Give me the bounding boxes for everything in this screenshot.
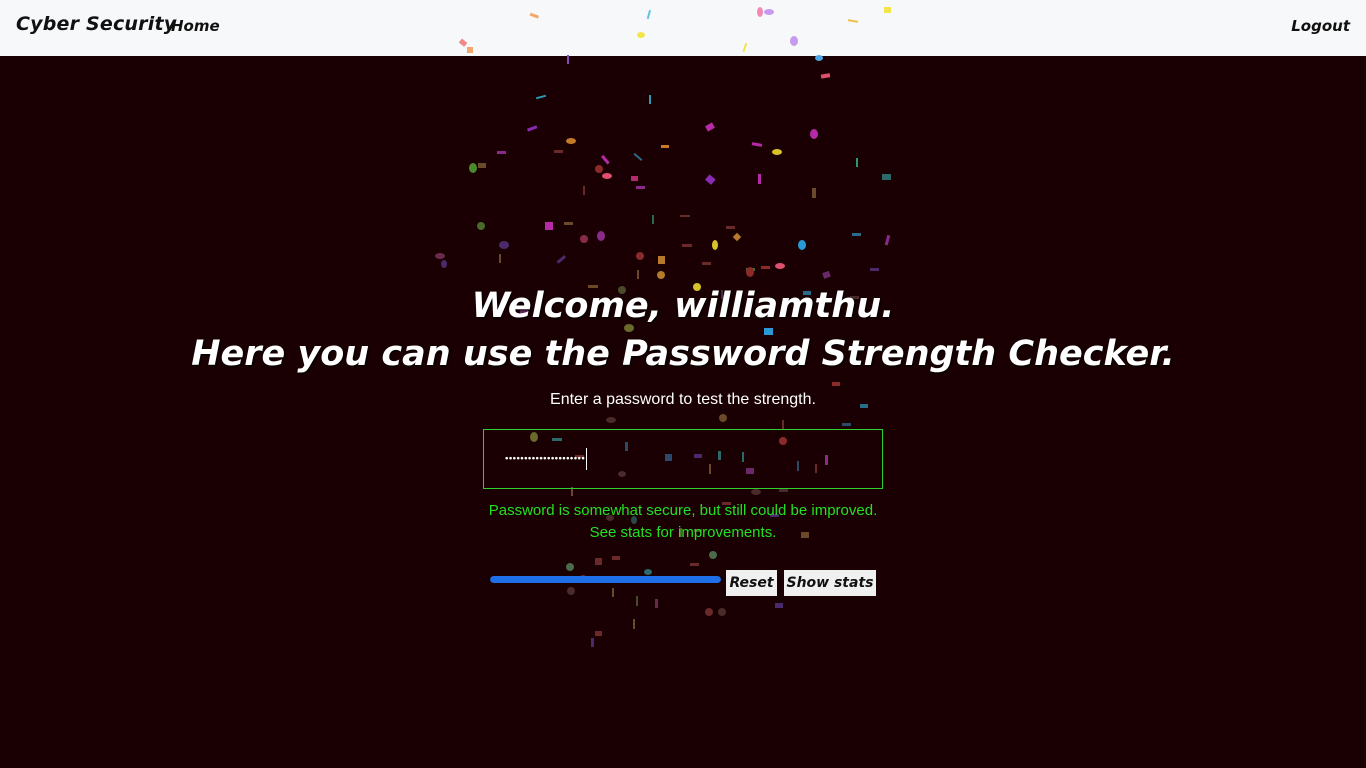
navbar: Cyber Security Home Logout [0, 0, 1366, 56]
brand-link[interactable]: Cyber Security [16, 13, 176, 35]
instruction-text: Enter a password to test the strength. [550, 391, 816, 408]
page-heading: Welcome, williamthu. Here you can use th… [0, 282, 1366, 378]
show-stats-button[interactable]: Show stats [784, 570, 876, 596]
password-feedback: Password is somewhat secure, but still c… [0, 500, 1366, 544]
feedback-line-2: See stats for improvements. [589, 524, 777, 541]
password-masked-value: ••••••••••••••••••••• [504, 448, 588, 471]
intro-heading: Here you can use the Password Strength C… [191, 334, 1175, 374]
strength-meter-fill [490, 576, 721, 583]
welcome-heading: Welcome, williamthu. [471, 286, 895, 326]
feedback-line-1: Password is somewhat secure, but still c… [488, 502, 878, 519]
nav-home-link[interactable]: Home [171, 17, 220, 35]
nav-logout-link[interactable]: Logout [1291, 17, 1350, 35]
confetti-decoration [435, 7, 891, 647]
password-input[interactable]: ••••••••••••••••••••• [483, 429, 883, 489]
text-caret [586, 448, 588, 470]
reset-button[interactable]: Reset [726, 570, 777, 596]
strength-meter [490, 576, 721, 583]
